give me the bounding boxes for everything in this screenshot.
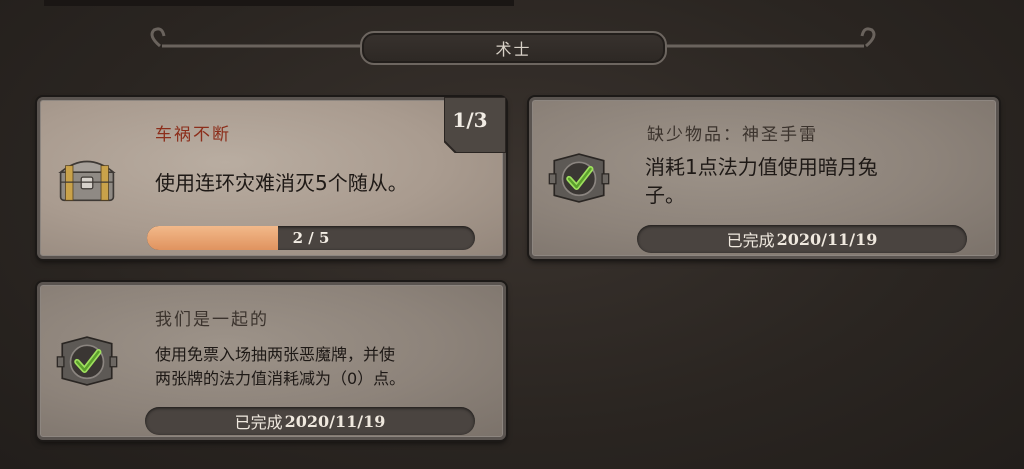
quest-description-line2: 子。 [645, 183, 685, 207]
completed-label: 已完成 [234, 413, 283, 432]
completion-bar: 已完成 2020/11/19 [637, 225, 967, 253]
quest-card-active[interactable]: 车祸不断 使用连环灾难消灭5个随从。 2 / 5 1/3 [37, 97, 506, 259]
completion-date: 2020/11/19 [284, 411, 386, 431]
progress-label: 2 / 5 [292, 229, 330, 247]
top-frame-edge [44, 0, 514, 6]
completion-date: 2020/11/19 [776, 229, 878, 249]
quest-title: 车祸不断 [155, 125, 231, 145]
quest-log-panel: 术士 车祸不断 使用连环灾难消灭5个随从。 2 / 5 1/3 缺少物品：神圣手… [0, 0, 1024, 469]
checkmark-chest-icon [56, 336, 118, 386]
quest-counter: 1/3 [452, 108, 488, 132]
quest-card-completed[interactable]: 我们是一起的 使用免票入场抽两张恶魔牌，并使 两张牌的法力值消耗减为（0）点。 … [37, 282, 506, 440]
checkmark-chest-icon [548, 153, 610, 203]
quest-title: 我们是一起的 [155, 310, 269, 330]
treasure-chest-icon [58, 160, 116, 202]
class-title: 术士 [495, 40, 532, 59]
completion-bar: 已完成 2020/11/19 [145, 407, 475, 435]
quest-description: 使用连环灾难消灭5个随从。 [155, 171, 408, 195]
quest-description-line1: 使用免票入场抽两张恶魔牌，并使 [155, 345, 396, 364]
quest-description-line1: 消耗1点法力值使用暗月兔 [645, 155, 878, 179]
completed-label: 已完成 [726, 231, 775, 250]
quest-description-line2: 两张牌的法力值消耗减为（0）点。 [155, 369, 406, 388]
quest-card-completed[interactable]: 缺少物品：神圣手雷 消耗1点法力值使用暗月兔 子。 已完成 2020/11/19 [529, 97, 999, 259]
quest-title: 缺少物品：神圣手雷 [647, 125, 818, 145]
class-title-banner: 术士 [360, 31, 667, 65]
quest-progress-bar: 2 / 5 [147, 226, 475, 250]
